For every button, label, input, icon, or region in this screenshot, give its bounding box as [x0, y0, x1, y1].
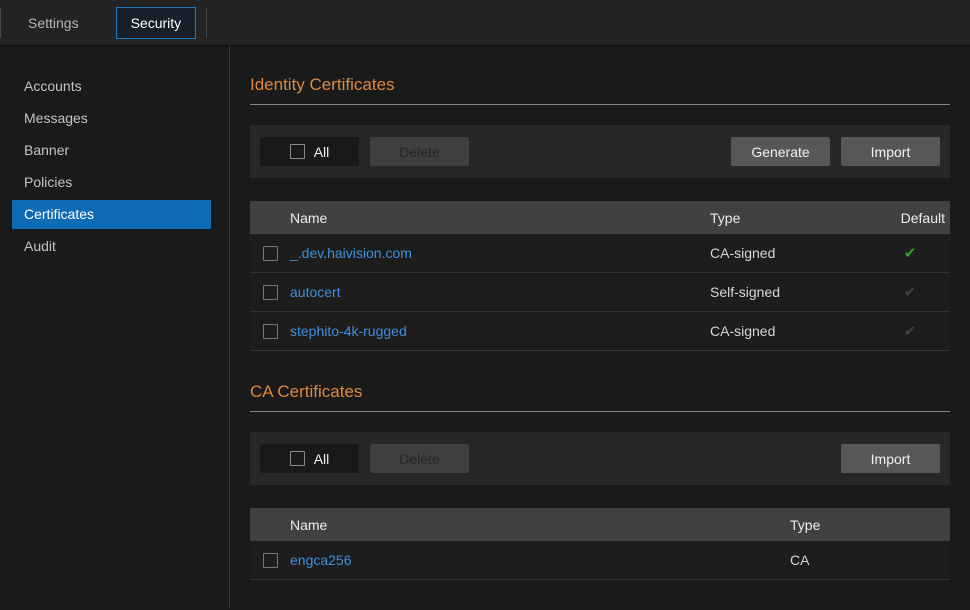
sidebar-item-accounts[interactable]: Accounts [0, 72, 211, 101]
select-all-label: All [314, 144, 330, 160]
default-check-icon[interactable]: ✔ [904, 323, 917, 340]
sidebar-item-policies[interactable]: Policies [0, 168, 211, 197]
certificate-type: CA-signed [710, 245, 870, 261]
sidebar-item-messages[interactable]: Messages [0, 104, 211, 133]
identity-certificates-title: Identity Certificates [250, 75, 950, 105]
ca-import-button[interactable]: Import [841, 444, 940, 473]
row-checkbox[interactable] [263, 324, 278, 339]
default-check-icon[interactable]: ✔ [904, 245, 917, 262]
header-type: Type [790, 517, 950, 533]
certificate-link[interactable]: _.dev.haivision.com [290, 245, 412, 261]
ca-select-all-label: All [314, 451, 330, 467]
certificate-type: Self-signed [710, 284, 870, 300]
tab-settings[interactable]: Settings [13, 7, 94, 39]
default-check-icon[interactable]: ✔ [904, 284, 917, 301]
table-row: _.dev.haivision.com CA-signed ✔ [250, 234, 950, 273]
ca-select-all-checkbox[interactable] [290, 451, 305, 466]
sidebar-item-audit[interactable]: Audit [0, 232, 211, 261]
row-checkbox[interactable] [263, 285, 278, 300]
ca-delete-button[interactable]: Delete [370, 444, 469, 473]
certificate-type: CA-signed [710, 323, 870, 339]
select-all-button[interactable]: All [260, 137, 359, 166]
tab-security[interactable]: Security [116, 7, 197, 39]
ca-certificates-title: CA Certificates [250, 382, 950, 412]
table-row: engca256 CA [250, 541, 950, 580]
tab-divider [206, 8, 207, 38]
sidebar-item-banner[interactable]: Banner [0, 136, 211, 165]
identity-certificates-table: Name Type Default _.dev.haivision.com CA… [250, 201, 950, 351]
table-row: autocert Self-signed ✔ [250, 273, 950, 312]
import-button[interactable]: Import [841, 137, 940, 166]
top-tab-bar: Settings Security [0, 0, 970, 46]
header-name: Name [290, 210, 710, 226]
tab-divider [0, 8, 1, 38]
sidebar-item-certificates[interactable]: Certificates [12, 200, 211, 229]
table-header-row: Name Type [250, 508, 950, 541]
delete-button[interactable]: Delete [370, 137, 469, 166]
ca-select-all-button[interactable]: All [260, 444, 359, 473]
table-header-row: Name Type Default [250, 201, 950, 234]
row-checkbox[interactable] [263, 553, 278, 568]
certificate-link[interactable]: engca256 [290, 552, 352, 568]
settings-sidebar: Accounts Messages Banner Policies Certif… [0, 46, 230, 609]
identity-toolbar: All Delete Generate Import [250, 125, 950, 178]
row-checkbox[interactable] [263, 246, 278, 261]
ca-certificates-table: Name Type engca256 CA [250, 508, 950, 580]
header-name: Name [290, 517, 790, 533]
select-all-checkbox[interactable] [290, 144, 305, 159]
certificate-type: CA [790, 552, 950, 568]
certificate-link[interactable]: stephito-4k-rugged [290, 323, 407, 339]
header-default: Default [870, 210, 950, 226]
certificate-link[interactable]: autocert [290, 284, 341, 300]
ca-toolbar: All Delete Import [250, 432, 950, 485]
certificates-panel: Identity Certificates All Delete Generat… [230, 46, 970, 609]
generate-button[interactable]: Generate [731, 137, 830, 166]
header-type: Type [710, 210, 870, 226]
table-row: stephito-4k-rugged CA-signed ✔ [250, 312, 950, 351]
